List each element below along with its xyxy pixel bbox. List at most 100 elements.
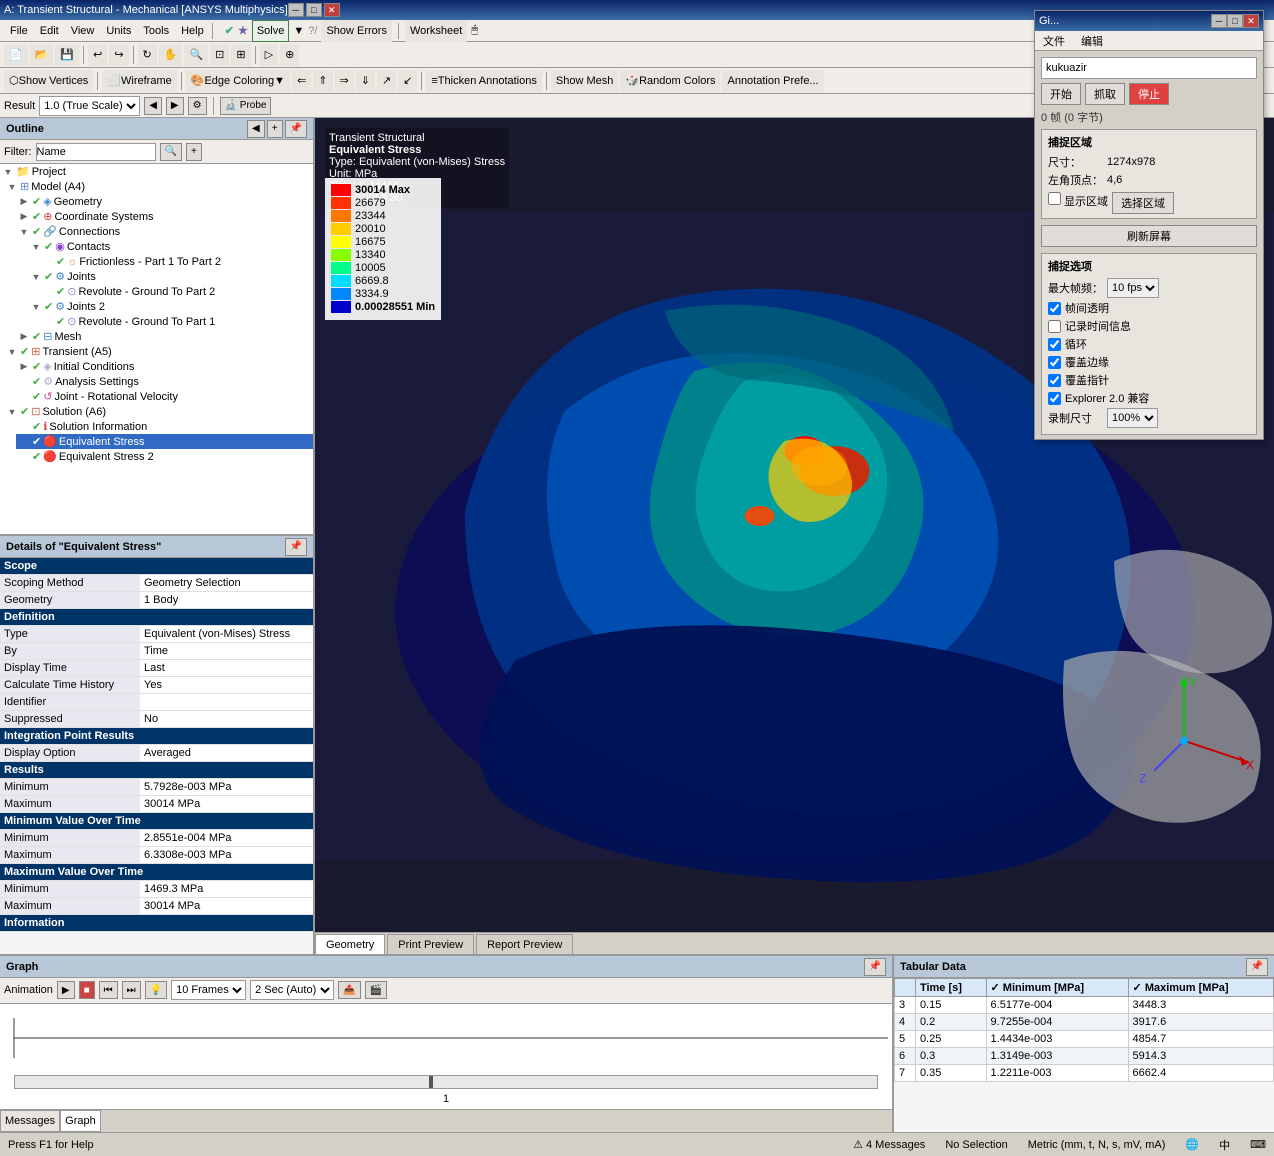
random-colors-button[interactable]: 🎲 Random Colors: [620, 70, 720, 92]
minimize-button[interactable]: ─: [288, 3, 304, 17]
window-controls[interactable]: ─ □ ✕: [288, 3, 340, 17]
expand-solution[interactable]: ▼: [6, 406, 18, 418]
tree-item-project[interactable]: ▼ 📁 Project: [0, 164, 313, 179]
tree-item-geometry[interactable]: ▶ ✔ ◈ Geometry: [16, 194, 313, 209]
outline-pin-button[interactable]: 📌: [285, 120, 307, 138]
result-prev-button[interactable]: ◀: [144, 97, 162, 115]
tree-item-joints2[interactable]: ▼ ✔ ⚙ Joints 2: [28, 299, 313, 314]
tree-item-coord[interactable]: ▶ ✔ ⊕ Coordinate Systems: [16, 209, 313, 224]
tree-item-connections[interactable]: ▼ ✔ 🔗 Connections: [16, 224, 313, 239]
menu-view[interactable]: View: [65, 23, 101, 39]
export-button[interactable]: 📤: [338, 981, 360, 999]
anim-play-button[interactable]: ▶: [57, 981, 75, 999]
gi-maximize-button[interactable]: □: [1227, 14, 1243, 28]
expand-connections[interactable]: ▼: [18, 226, 30, 238]
gi-menu-file[interactable]: 文件: [1035, 31, 1073, 51]
gi-cover-pointer-checkbox[interactable]: [1048, 374, 1061, 387]
filter-add-button[interactable]: +: [186, 143, 202, 161]
anim-export-button[interactable]: 🎬: [365, 981, 387, 999]
zoom-button[interactable]: 🔍: [184, 44, 208, 66]
arrow-tool-2[interactable]: ⇑: [313, 70, 332, 92]
arrow-tool-4[interactable]: ⇓: [356, 70, 375, 92]
gi-explorer-checkbox[interactable]: [1048, 392, 1061, 405]
tab-print-preview[interactable]: Print Preview: [387, 934, 474, 954]
frames-select[interactable]: 10 Frames: [171, 980, 246, 1000]
tree-item-sol-info[interactable]: ▶ ✔ ℹ Solution Information: [16, 419, 313, 434]
tree-item-solution[interactable]: ▼ ✔ ⊡ Solution (A6): [4, 404, 313, 419]
menu-tools[interactable]: Tools: [137, 23, 175, 39]
show-errors-button[interactable]: Show Errors: [321, 20, 392, 42]
tab-geometry[interactable]: Geometry: [315, 934, 385, 954]
gi-text-input[interactable]: [1041, 57, 1257, 79]
gi-refresh-button[interactable]: 刷新屏幕: [1041, 225, 1257, 247]
messages-tab[interactable]: Messages: [0, 1110, 60, 1132]
gi-fps-select[interactable]: 10 fps 15 fps 30 fps: [1107, 278, 1159, 298]
anim-options-button[interactable]: 💡: [145, 981, 167, 999]
gi-show-area-checkbox[interactable]: [1048, 192, 1061, 205]
arrow-tool-5[interactable]: ↗: [377, 70, 396, 92]
gi-record-size-select[interactable]: 100% 75% 50%: [1107, 408, 1158, 428]
worksheet-button[interactable]: Worksheet: [405, 20, 467, 42]
select-button[interactable]: ▷: [260, 44, 278, 66]
anim-stop-button[interactable]: ■: [79, 981, 95, 999]
gi-extract-button[interactable]: 抓取: [1085, 83, 1125, 105]
result-dropdown[interactable]: 1.0 (True Scale): [39, 96, 140, 116]
thicken-button[interactable]: ≡ Thicken Annotations: [426, 70, 542, 92]
edge-coloring-button[interactable]: 🎨 Edge Coloring ▼: [186, 70, 290, 92]
save-button[interactable]: 💾: [55, 44, 79, 66]
show-vertices-button[interactable]: ⬡ Show Vertices: [4, 70, 93, 92]
tree-item-analysis[interactable]: ▶ ✔ ⚙ Analysis Settings: [16, 374, 313, 389]
filter-input[interactable]: [36, 143, 156, 161]
arrow-tool-1[interactable]: ⇐: [292, 70, 311, 92]
gi-start-button[interactable]: 开始: [1041, 83, 1081, 105]
graph-tab[interactable]: Graph: [60, 1110, 101, 1132]
wireframe-button[interactable]: ⬜ Wireframe: [102, 70, 176, 92]
undo-button[interactable]: ↩: [88, 44, 107, 66]
gi-select-area-button[interactable]: 选择区域: [1112, 192, 1174, 214]
tree-item-model[interactable]: ▼ ⊞ Model (A4): [4, 179, 313, 194]
tree-item-joints[interactable]: ▼ ✔ ⚙ Joints: [28, 269, 313, 284]
tree-item-transient[interactable]: ▼ ✔ ⊞ Transient (A5): [4, 344, 313, 359]
redo-button[interactable]: ↪: [109, 44, 128, 66]
zoom-box-button[interactable]: ⊡: [210, 44, 229, 66]
expand-mesh[interactable]: ▶: [18, 331, 30, 343]
probe-button[interactable]: 🔬 Probe: [220, 97, 272, 115]
result-options-button[interactable]: ⚙: [188, 97, 207, 115]
tree-item-equiv-stress[interactable]: ▶ ✔ 🔴 Equivalent Stress: [16, 434, 313, 449]
rotate-button[interactable]: ↻: [138, 44, 157, 66]
tree-item-revolute2[interactable]: ▶ ✔ ⊙ Revolute - Ground To Part 1: [40, 314, 313, 329]
fit-button[interactable]: ⊞: [231, 44, 250, 66]
annotation-prefs-button[interactable]: Annotation Prefe...: [722, 70, 823, 92]
expand-joints2[interactable]: ▼: [30, 301, 42, 313]
expand-transient[interactable]: ▼: [6, 346, 18, 358]
expand-model[interactable]: ▼: [6, 181, 18, 193]
tree-item-joint-vel[interactable]: ▶ ✔ ↺ Joint - Rotational Velocity: [16, 389, 313, 404]
expand-coord[interactable]: ▶: [18, 211, 30, 223]
gi-stop-button[interactable]: 停止: [1129, 83, 1169, 105]
select-mode-button[interactable]: ⊕: [280, 44, 299, 66]
open-button[interactable]: 📂: [30, 44, 54, 66]
solve-button[interactable]: Solve: [252, 20, 290, 42]
gi-transparent-checkbox[interactable]: [1048, 302, 1061, 315]
pan-button[interactable]: ✋: [159, 44, 183, 66]
tree-item-revolute1[interactable]: ▶ ✔ ⊙ Revolute - Ground To Part 2: [40, 284, 313, 299]
tree-item-mesh[interactable]: ▶ ✔ ⊟ Mesh: [16, 329, 313, 344]
expand-contacts[interactable]: ▼: [30, 241, 42, 253]
close-button[interactable]: ✕: [324, 3, 340, 17]
menu-help[interactable]: Help: [175, 23, 210, 39]
tree-item-equiv-stress2[interactable]: ▶ ✔ 🔴 Equivalent Stress 2: [16, 449, 313, 464]
time-select[interactable]: 2 Sec (Auto): [250, 980, 334, 1000]
tabular-pin-button[interactable]: 📌: [1246, 958, 1268, 976]
graph-pin-button[interactable]: 📌: [864, 958, 886, 976]
gi-loop-checkbox[interactable]: [1048, 338, 1061, 351]
gi-cover-edge-checkbox[interactable]: [1048, 356, 1061, 369]
tab-report-preview[interactable]: Report Preview: [476, 934, 573, 954]
gi-menu-edit[interactable]: 编辑: [1073, 31, 1111, 51]
outline-expand-button[interactable]: +: [267, 120, 283, 138]
expand-project[interactable]: ▼: [2, 166, 14, 178]
result-next-button[interactable]: ▶: [166, 97, 184, 115]
show-mesh-button[interactable]: Show Mesh: [551, 70, 618, 92]
menu-file[interactable]: File: [4, 23, 34, 39]
tree-item-contacts[interactable]: ▼ ✔ ◉ Contacts: [28, 239, 313, 254]
tabular-scroll[interactable]: Time [s] ✓ Minimum [MPa] ✓ Maximum [MPa]…: [894, 978, 1274, 1132]
